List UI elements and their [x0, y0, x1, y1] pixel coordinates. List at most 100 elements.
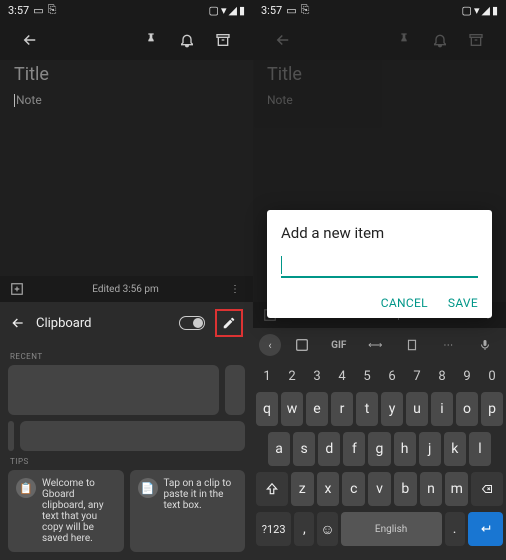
- key-j[interactable]: j: [419, 432, 441, 466]
- mic-icon[interactable]: [470, 338, 501, 352]
- status-bar: 3:57 ▭ ⎘ ▢ ▾ ◢ ▮: [0, 0, 253, 20]
- tip-item[interactable]: 📄 Tap on a clip to paste it in the text …: [130, 470, 246, 552]
- emoji-key[interactable]: ☺: [317, 512, 337, 546]
- key-x[interactable]: x: [317, 472, 340, 506]
- tip-text: Welcome to Gboard clipboard, any text th…: [42, 478, 116, 544]
- period-key[interactable]: .: [445, 512, 465, 546]
- status-icon: ▭: [33, 4, 43, 17]
- key-7[interactable]: 7: [406, 366, 428, 386]
- status-bar: 3:57 ▭ ⎘ ▢ ▾ ◢ ▮: [253, 0, 506, 20]
- chevron-left-icon[interactable]: ‹: [259, 334, 281, 356]
- pin-icon[interactable]: [133, 22, 169, 58]
- note-toolbar: [0, 20, 253, 60]
- key-a[interactable]: a: [268, 432, 290, 466]
- tips-label: TIPS: [10, 457, 243, 466]
- dialog-input[interactable]: [281, 256, 478, 278]
- key-i[interactable]: i: [431, 392, 453, 426]
- title-input: Title: [267, 64, 492, 85]
- key-1[interactable]: 1: [256, 366, 278, 386]
- clipboard-body: RECENT TIPS 📋 Welcome to Gboard clipboar…: [0, 344, 253, 560]
- keyboard-toolbar: ‹ GIF ⟷ ⋯: [253, 328, 506, 362]
- battery-icon: ▮: [239, 4, 245, 17]
- key-z[interactable]: z: [291, 472, 314, 506]
- cancel-button[interactable]: CANCEL: [381, 296, 428, 310]
- clipboard-header: Clipboard: [0, 302, 253, 344]
- clip-item[interactable]: [20, 421, 245, 451]
- save-button[interactable]: SAVE: [448, 296, 478, 310]
- key-y[interactable]: y: [381, 392, 403, 426]
- status-icon: ⎘: [48, 3, 57, 17]
- back-button[interactable]: [265, 22, 301, 58]
- battery-icon: ▮: [492, 4, 498, 17]
- key-s[interactable]: s: [293, 432, 315, 466]
- tip-text: Tap on a clip to paste it in the text bo…: [164, 478, 238, 544]
- key-w[interactable]: w: [281, 392, 303, 426]
- key-v[interactable]: v: [368, 472, 391, 506]
- sticker-icon[interactable]: [287, 337, 318, 353]
- clipboard-icon[interactable]: [397, 338, 428, 352]
- signal-icon: ◢: [228, 4, 236, 17]
- title-input[interactable]: Title: [14, 64, 239, 85]
- status-icon: ▢: [462, 4, 472, 17]
- archive-icon[interactable]: [205, 22, 241, 58]
- key-3[interactable]: 3: [306, 366, 328, 386]
- key-u[interactable]: u: [406, 392, 428, 426]
- paste-icon: 📄: [138, 478, 158, 498]
- back-icon[interactable]: [10, 315, 26, 331]
- key-4[interactable]: 4: [331, 366, 353, 386]
- key-c[interactable]: c: [342, 472, 365, 506]
- key-r[interactable]: r: [331, 392, 353, 426]
- clip-item[interactable]: [8, 421, 14, 451]
- add-box-icon[interactable]: [10, 282, 24, 296]
- key-h[interactable]: h: [394, 432, 416, 466]
- key-l[interactable]: l: [469, 432, 491, 466]
- signal-icon: ◢: [481, 4, 489, 17]
- tip-item[interactable]: 📋 Welcome to Gboard clipboard, any text …: [8, 470, 124, 552]
- key-8[interactable]: 8: [431, 366, 453, 386]
- clipboard-edit-button[interactable]: [215, 309, 243, 337]
- note-input: Note: [267, 93, 492, 107]
- key-6[interactable]: 6: [381, 366, 403, 386]
- qwerty-row-1: qwertyuiop: [256, 392, 503, 426]
- key-o[interactable]: o: [456, 392, 478, 426]
- key-n[interactable]: n: [420, 472, 443, 506]
- space-key[interactable]: English: [341, 512, 442, 546]
- translate-icon[interactable]: ⟷: [360, 340, 391, 351]
- gif-button[interactable]: GIF: [324, 340, 355, 351]
- bottom-row: ?123 , ☺ English .: [256, 512, 503, 546]
- shift-key[interactable]: [256, 472, 288, 506]
- symbols-key[interactable]: ?123: [256, 512, 291, 546]
- key-f[interactable]: f: [343, 432, 365, 466]
- key-k[interactable]: k: [444, 432, 466, 466]
- qwerty-row-2: asdfghjkl: [256, 432, 503, 466]
- comma-key[interactable]: ,: [294, 512, 314, 546]
- status-icon: ▢: [209, 4, 219, 17]
- key-g[interactable]: g: [368, 432, 390, 466]
- clip-item[interactable]: [225, 365, 245, 415]
- key-t[interactable]: t: [356, 392, 378, 426]
- key-0[interactable]: 0: [481, 366, 503, 386]
- key-9[interactable]: 9: [456, 366, 478, 386]
- key-d[interactable]: d: [318, 432, 340, 466]
- back-button[interactable]: [12, 22, 48, 58]
- note-input[interactable]: Note: [14, 93, 239, 107]
- key-p[interactable]: p: [481, 392, 503, 426]
- more-icon[interactable]: ⋮: [227, 284, 243, 295]
- add-item-dialog: Add a new item CANCEL SAVE: [267, 210, 492, 318]
- more-icon[interactable]: ⋯: [433, 340, 464, 351]
- reminder-icon[interactable]: [169, 22, 205, 58]
- edited-label: Edited 3:56 pm: [24, 284, 227, 295]
- backspace-key[interactable]: [471, 472, 503, 506]
- clipboard-toggle[interactable]: [179, 316, 205, 330]
- key-5[interactable]: 5: [356, 366, 378, 386]
- note-editor[interactable]: Title Note: [0, 60, 253, 276]
- key-b[interactable]: b: [394, 472, 417, 506]
- key-q[interactable]: q: [256, 392, 278, 426]
- clip-item[interactable]: [8, 365, 219, 415]
- key-e[interactable]: e: [306, 392, 328, 426]
- key-2[interactable]: 2: [281, 366, 303, 386]
- enter-key[interactable]: [468, 512, 503, 546]
- number-row: 1234567890: [256, 366, 503, 386]
- key-m[interactable]: m: [445, 472, 468, 506]
- status-icon: ▭: [286, 4, 296, 17]
